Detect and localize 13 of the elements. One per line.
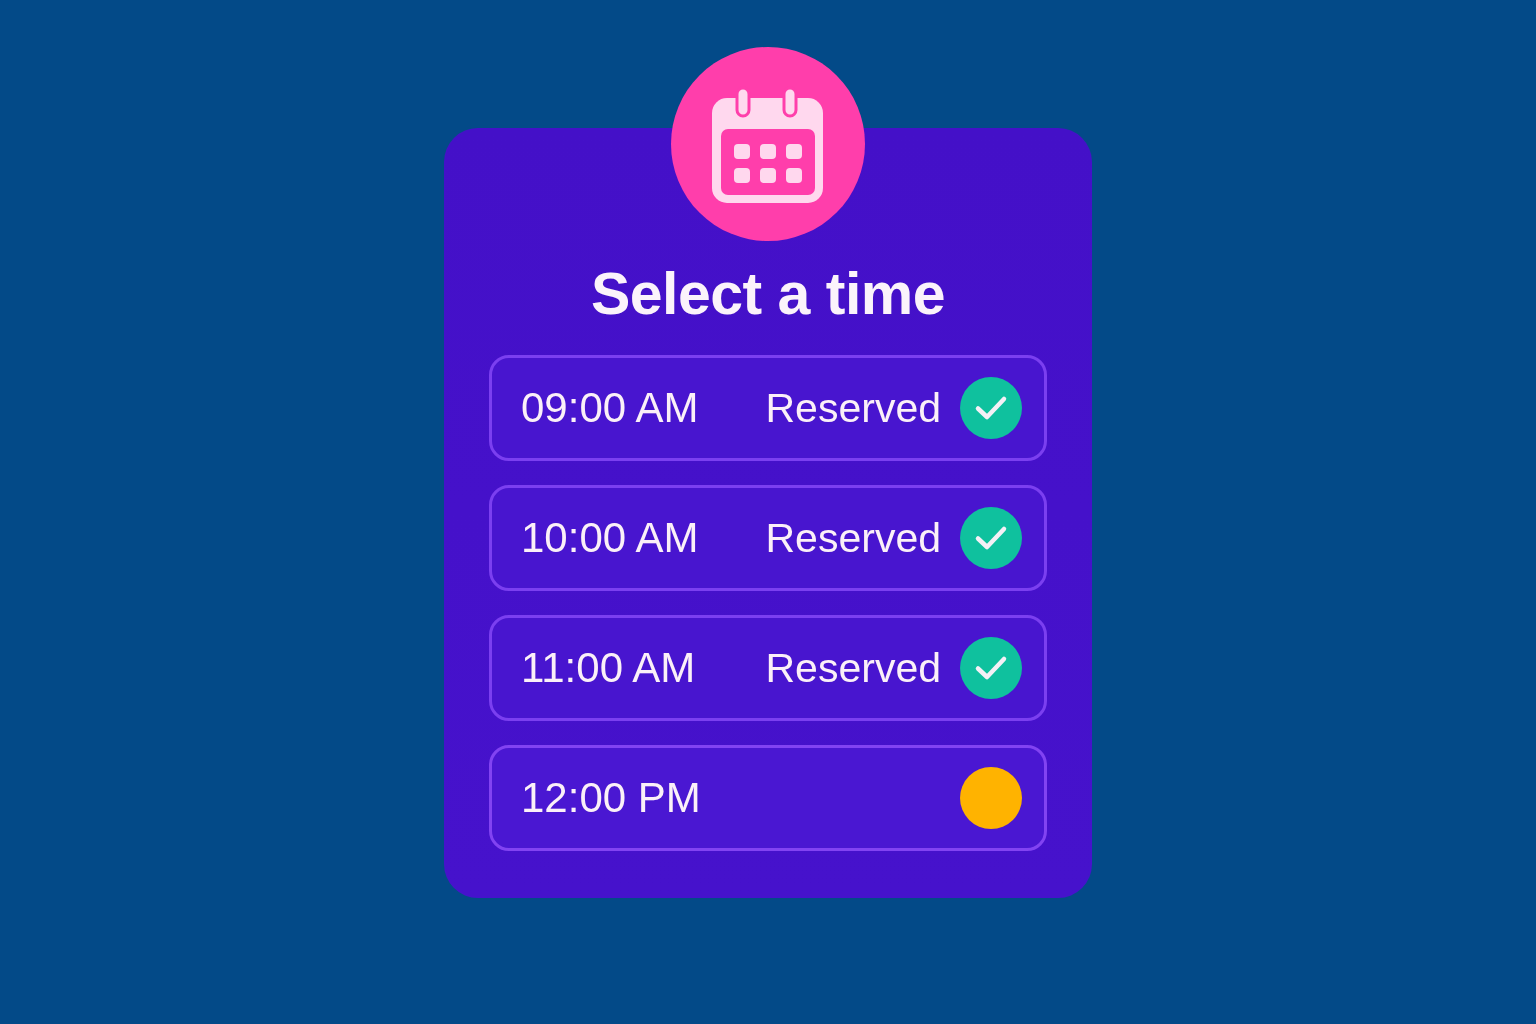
time-slot[interactable]: 09:00 AM Reserved [489, 355, 1047, 461]
time-label: 09:00 AM [521, 387, 699, 429]
time-label: 10:00 AM [521, 517, 699, 559]
time-slot[interactable]: 10:00 AM Reserved [489, 485, 1047, 591]
status-label: Reserved [765, 517, 941, 559]
time-label: 12:00 PM [521, 777, 701, 819]
title: Select a time [590, 262, 946, 326]
time-label: 11:00 AM [521, 647, 696, 689]
time-slot[interactable]: 11:00 AM Reserved [489, 615, 1047, 721]
calendar-icon [671, 47, 865, 241]
status-label: Reserved [765, 647, 941, 689]
status-label: Reserved [765, 387, 941, 429]
time-slot[interactable]: 12:00 PM [489, 745, 1047, 851]
